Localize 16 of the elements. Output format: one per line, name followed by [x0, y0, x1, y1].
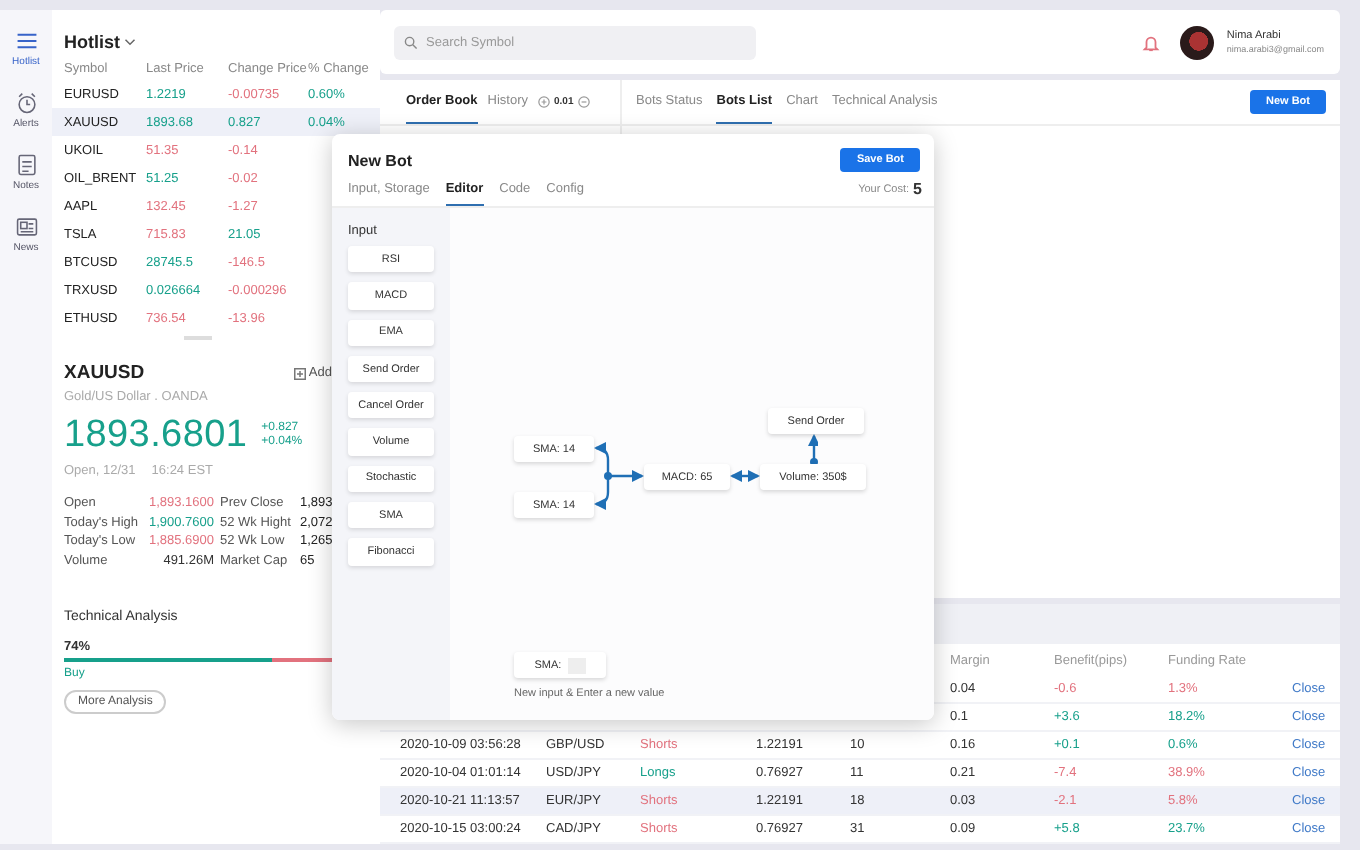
list-icon [15, 30, 37, 52]
avatar[interactable] [1180, 25, 1215, 59]
price-value: 1893.6801 [64, 414, 248, 458]
symbol-title: XAUUSD [64, 362, 145, 384]
add-list-icon [294, 367, 307, 379]
search-icon [404, 35, 418, 49]
plus-icon[interactable] [538, 96, 550, 108]
alarm-clock-icon [15, 92, 37, 114]
bell-icon[interactable] [1142, 33, 1161, 51]
minus-icon[interactable] [577, 96, 590, 108]
cost-value: 5 [913, 180, 922, 198]
note-icon [15, 154, 37, 176]
hotlist-title: Hotlist [64, 32, 120, 52]
chevron-icon[interactable] [124, 38, 136, 46]
dialog-title: New Bot [348, 151, 412, 169]
newspaper-icon [15, 216, 37, 238]
